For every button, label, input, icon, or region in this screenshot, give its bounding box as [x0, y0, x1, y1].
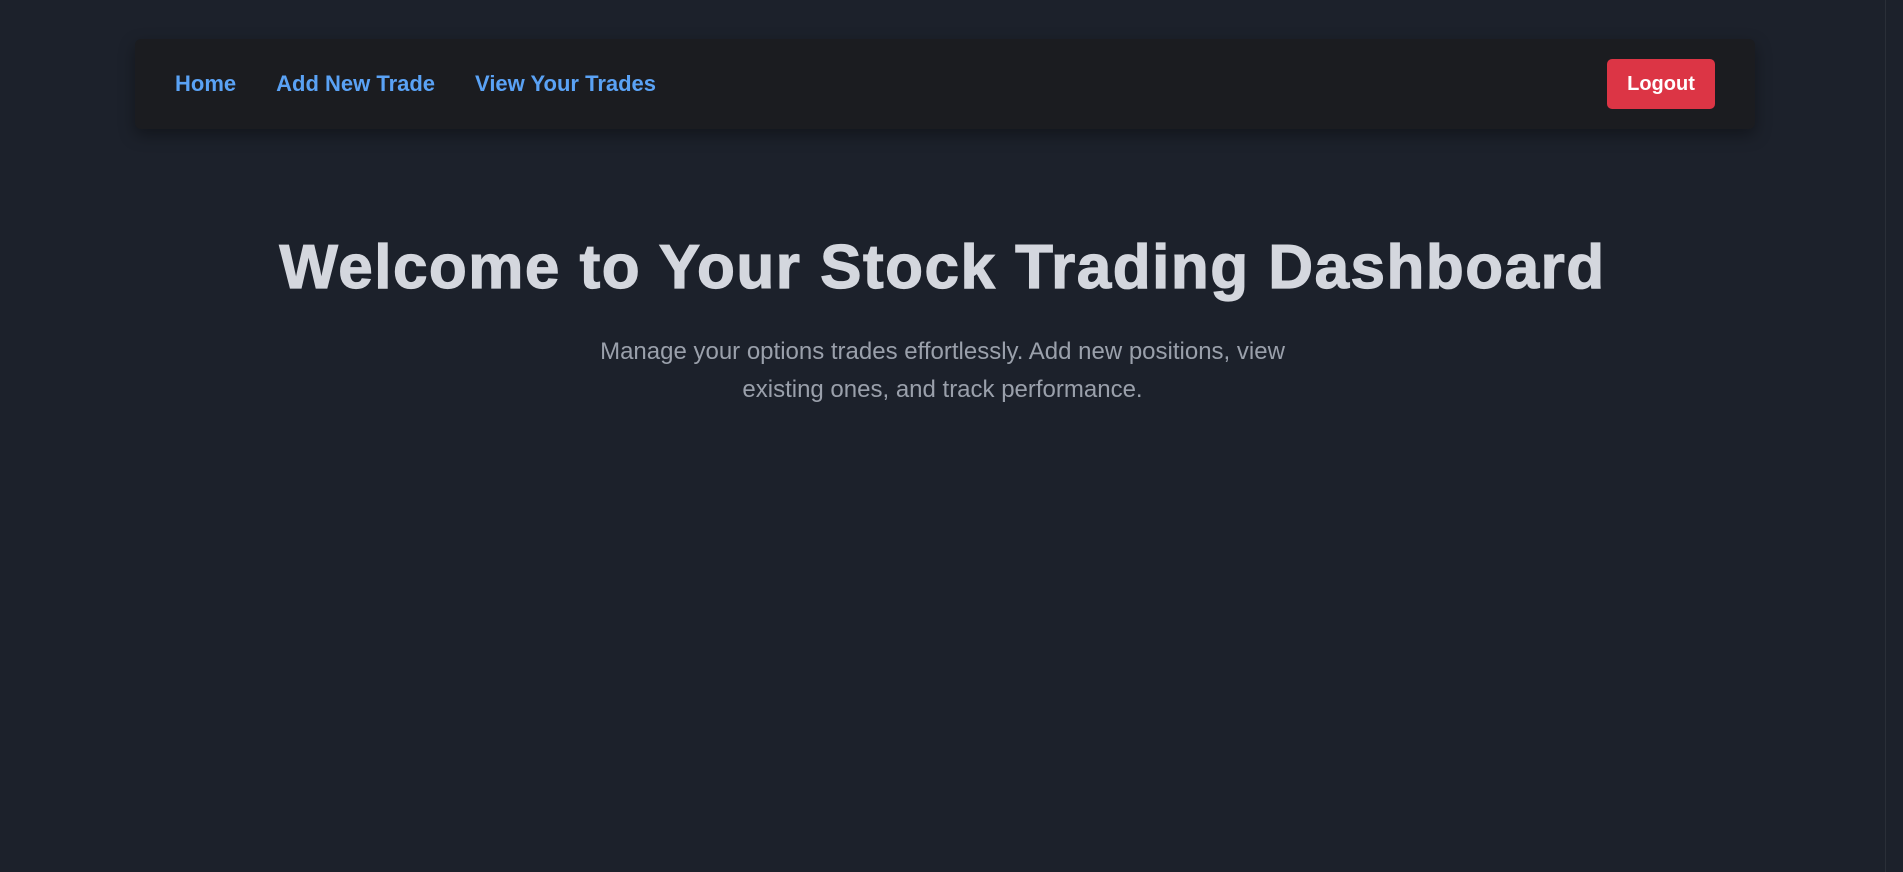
navbar: Home Add New Trade View Your Trades Logo…	[135, 39, 1755, 129]
nav-link-view-your-trades[interactable]: View Your Trades	[475, 71, 656, 97]
nav-link-add-new-trade[interactable]: Add New Trade	[276, 71, 435, 97]
page: Home Add New Trade View Your Trades Logo…	[0, 0, 1885, 872]
scrollbar-track[interactable]	[1885, 0, 1903, 872]
page-title: Welcome to Your Stock Trading Dashboard	[279, 232, 1606, 302]
nav-link-home[interactable]: Home	[175, 71, 236, 97]
logout-button[interactable]: Logout	[1607, 59, 1715, 109]
hero-section: Welcome to Your Stock Trading Dashboard …	[0, 230, 1885, 409]
nav-links: Home Add New Trade View Your Trades	[175, 71, 656, 97]
page-subtitle: Manage your options trades effortlessly.…	[600, 338, 1285, 403]
